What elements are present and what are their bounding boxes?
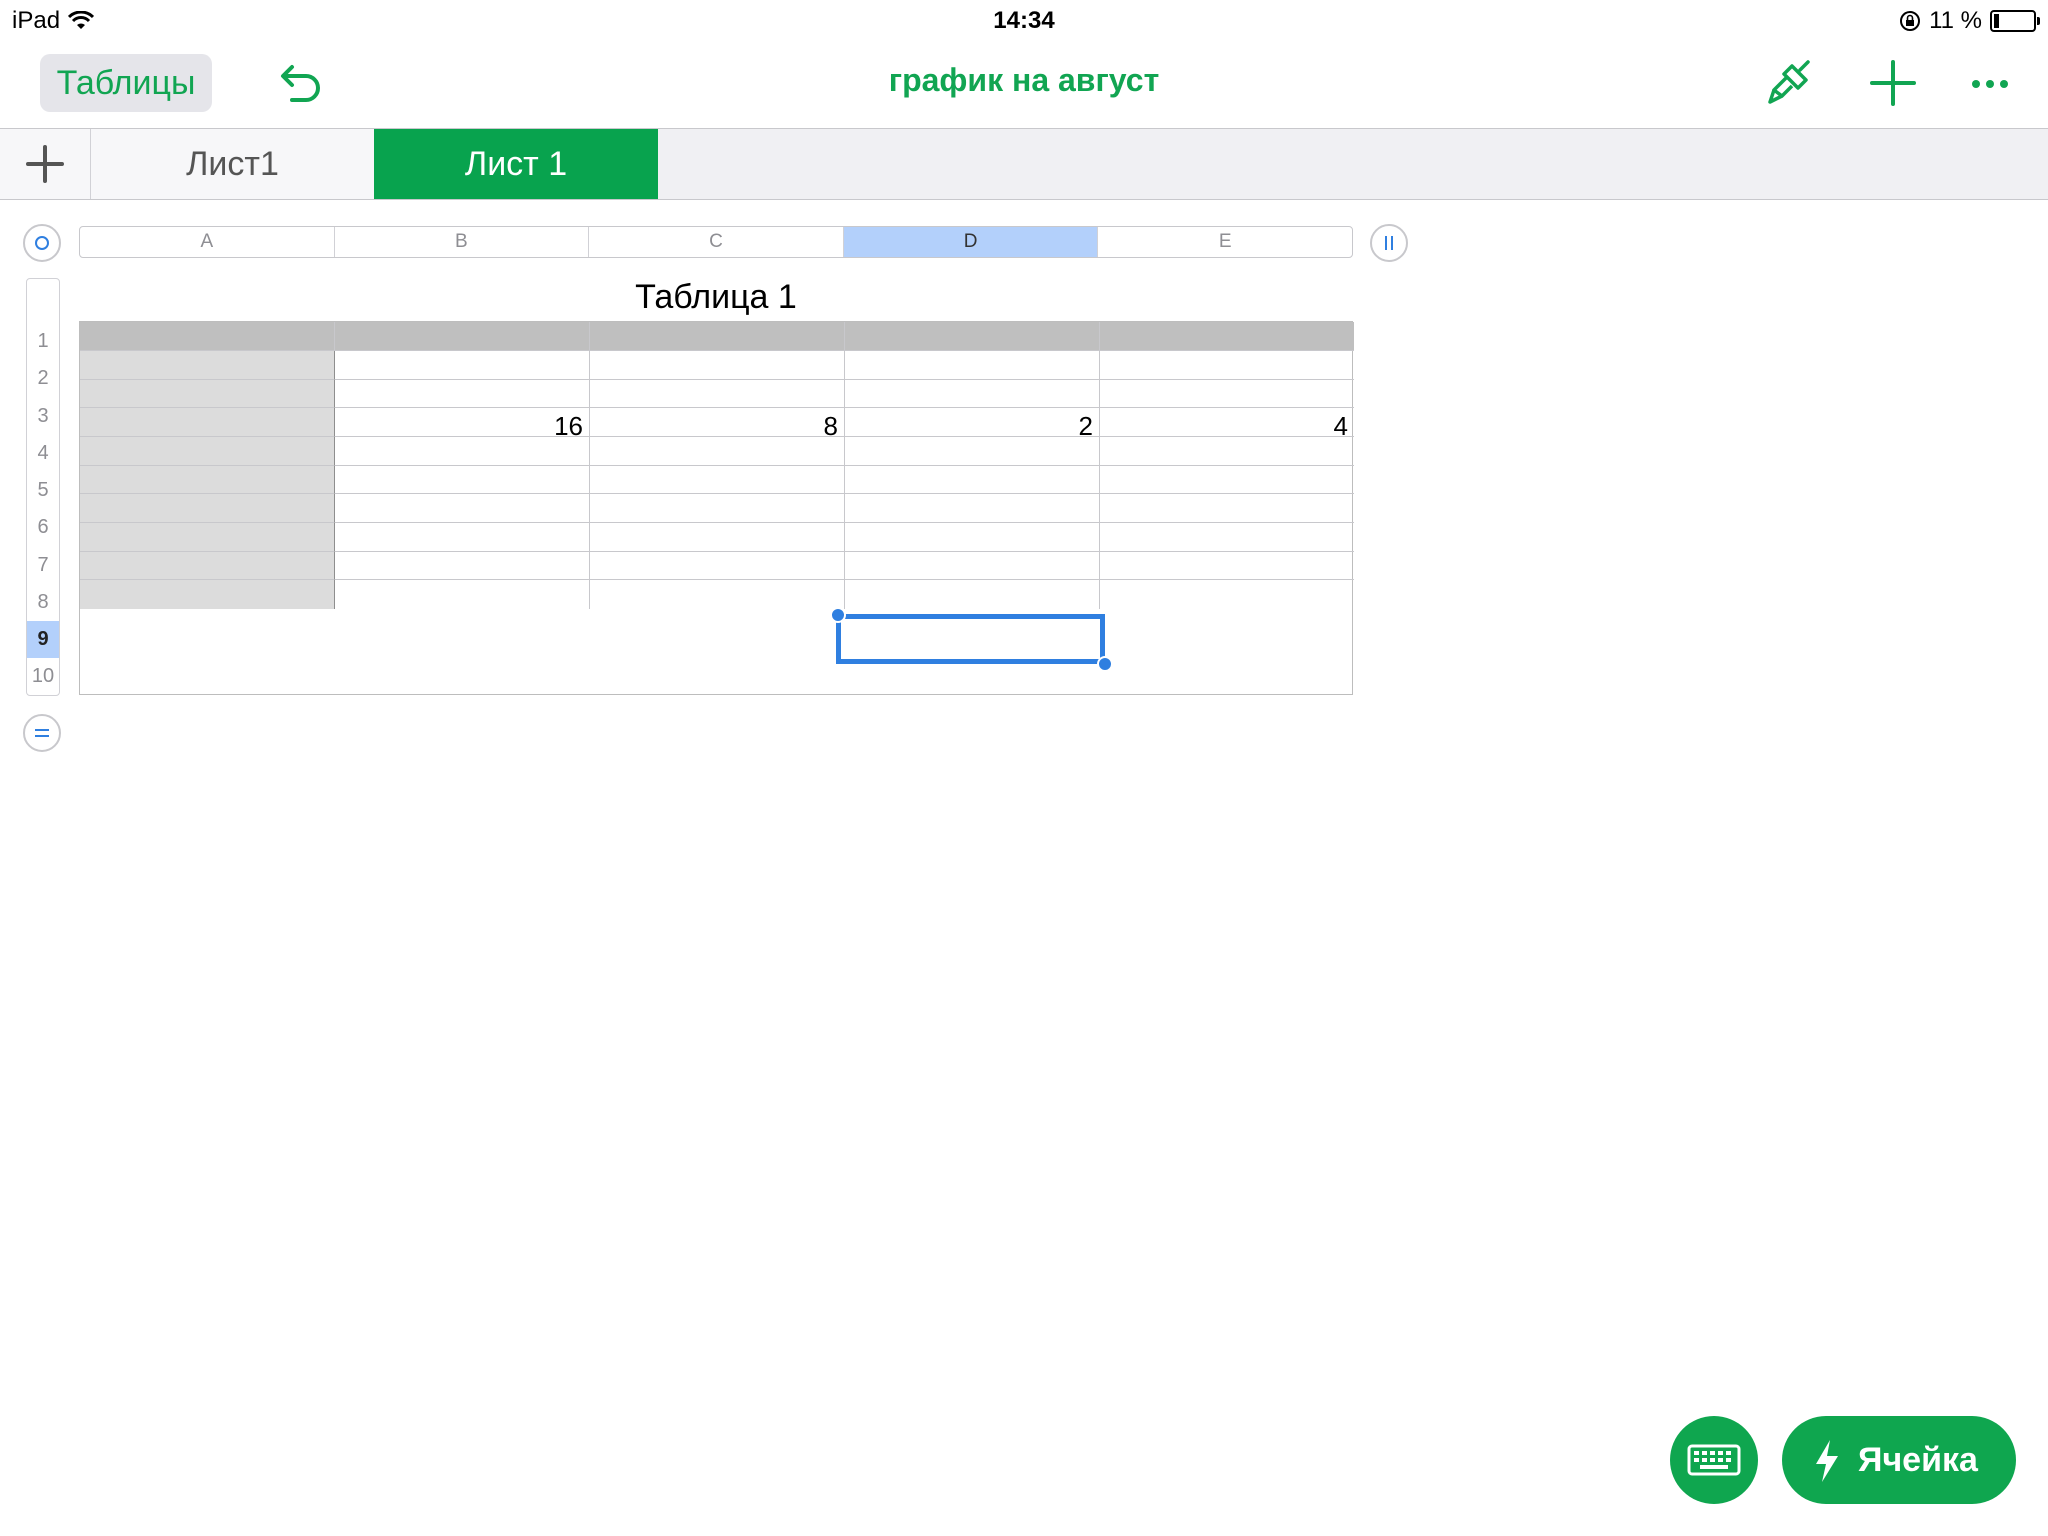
table-cell[interactable] bbox=[80, 466, 335, 494]
selection-handle-top[interactable] bbox=[830, 607, 846, 623]
column-header-b[interactable]: B bbox=[335, 227, 590, 257]
table-cell[interactable] bbox=[845, 466, 1100, 494]
table-cell[interactable] bbox=[590, 380, 845, 408]
table-cell[interactable] bbox=[590, 552, 845, 580]
lightning-icon bbox=[1816, 1440, 1838, 1482]
status-right: 11 % bbox=[1899, 7, 2040, 35]
table-cell[interactable] bbox=[1100, 494, 1354, 523]
table-cell[interactable] bbox=[335, 351, 590, 380]
column-header-e[interactable]: E bbox=[1098, 227, 1352, 257]
row-header-bar: 1 2 3 4 5 6 7 8 9 10 bbox=[26, 278, 60, 696]
cell-actions-button[interactable]: Ячейка bbox=[1782, 1416, 2016, 1504]
table-cell[interactable] bbox=[335, 322, 590, 351]
table-cell[interactable]: 4 bbox=[1100, 408, 1354, 441]
table-cell[interactable] bbox=[1100, 351, 1354, 380]
table-cell[interactable] bbox=[845, 351, 1100, 380]
table-cell[interactable] bbox=[845, 322, 1100, 351]
table-cell[interactable] bbox=[80, 552, 335, 580]
battery-icon bbox=[1990, 10, 2040, 32]
selection-handle-bottom[interactable] bbox=[1097, 656, 1113, 672]
table-cell[interactable] bbox=[590, 466, 845, 494]
table-cell[interactable] bbox=[590, 494, 845, 523]
more-icon[interactable] bbox=[1962, 56, 2018, 112]
table-cell[interactable] bbox=[335, 580, 590, 609]
table-cell[interactable]: 16 bbox=[335, 408, 590, 441]
table-cell[interactable] bbox=[590, 437, 845, 466]
table-cell[interactable] bbox=[1100, 322, 1354, 351]
table-cell[interactable] bbox=[1100, 380, 1354, 408]
status-bar: iPad 14:34 11 % bbox=[0, 0, 2048, 42]
table-cell[interactable] bbox=[335, 380, 590, 408]
row-header-3[interactable]: 3 bbox=[27, 397, 59, 435]
table-cell[interactable] bbox=[80, 437, 335, 466]
sheet-tabs: Лист1 Лист 1 bbox=[0, 129, 2048, 200]
row-header-6[interactable]: 6 bbox=[27, 509, 59, 546]
table-cell[interactable] bbox=[1100, 552, 1354, 580]
table-cell[interactable] bbox=[80, 322, 335, 351]
table-cell[interactable] bbox=[1100, 580, 1354, 609]
row-header-1[interactable]: 1 bbox=[27, 323, 59, 360]
table-cell[interactable] bbox=[335, 523, 590, 552]
table-cell[interactable]: 8 bbox=[590, 408, 845, 441]
table-cell[interactable] bbox=[80, 523, 335, 552]
table-cell[interactable] bbox=[845, 437, 1100, 466]
table-cell[interactable] bbox=[335, 494, 590, 523]
table-cell[interactable] bbox=[80, 380, 335, 408]
add-column-button[interactable] bbox=[1370, 224, 1408, 262]
table-cell[interactable] bbox=[590, 322, 845, 351]
row-header-8[interactable]: 8 bbox=[27, 584, 59, 621]
cell-button-label: Ячейка bbox=[1858, 1441, 1978, 1479]
tab-sheet-2[interactable]: Лист 1 bbox=[374, 129, 658, 199]
row-header-5[interactable]: 5 bbox=[27, 472, 59, 509]
table-cell[interactable] bbox=[335, 552, 590, 580]
table-cell[interactable] bbox=[80, 494, 335, 523]
battery-percent: 11 % bbox=[1929, 7, 1982, 34]
table-cell[interactable] bbox=[845, 380, 1100, 408]
tab-sheet-1[interactable]: Лист1 bbox=[91, 129, 375, 199]
cell-selection[interactable] bbox=[836, 614, 1105, 664]
column-header-c[interactable]: C bbox=[589, 227, 844, 257]
circle-icon bbox=[35, 236, 49, 250]
table-cell[interactable] bbox=[590, 351, 845, 380]
add-sheet-button[interactable] bbox=[0, 129, 91, 199]
table-cell[interactable] bbox=[335, 466, 590, 494]
row-header-4[interactable]: 4 bbox=[27, 435, 59, 472]
table-cell[interactable] bbox=[80, 351, 335, 380]
document-title[interactable]: график на август bbox=[0, 62, 2048, 99]
column-header-a[interactable]: A bbox=[80, 227, 335, 257]
status-time: 14:34 bbox=[993, 7, 1055, 34]
table-cell[interactable] bbox=[80, 580, 335, 609]
table-cell[interactable] bbox=[1100, 523, 1354, 552]
add-row-button[interactable] bbox=[23, 714, 61, 752]
table-cell[interactable] bbox=[335, 437, 590, 466]
row-header-7[interactable]: 7 bbox=[27, 546, 59, 584]
column-header-d[interactable]: D bbox=[843, 227, 1099, 257]
row-header-10[interactable]: 10 bbox=[27, 658, 59, 695]
orientation-lock-icon bbox=[1900, 11, 1921, 31]
row-header-9[interactable]: 9 bbox=[27, 621, 59, 658]
table-cell[interactable] bbox=[1100, 466, 1354, 494]
row-header-2[interactable]: 2 bbox=[27, 360, 59, 397]
add-icon[interactable] bbox=[1864, 54, 1922, 112]
toolbar: Таблицы график на август bbox=[0, 42, 2048, 129]
table-cell[interactable] bbox=[845, 580, 1100, 609]
table-cell[interactable] bbox=[845, 552, 1100, 580]
row-handle-icon bbox=[35, 729, 49, 737]
table-cell[interactable] bbox=[845, 523, 1100, 552]
plus-icon bbox=[26, 145, 64, 183]
table-grid[interactable]: 16 8 2 4 bbox=[79, 321, 1354, 695]
table-cell[interactable] bbox=[845, 494, 1100, 523]
table-cell[interactable] bbox=[590, 523, 845, 552]
table-title[interactable]: Таблица 1 bbox=[79, 278, 1353, 317]
table-cell[interactable] bbox=[80, 408, 335, 437]
column-handle-icon bbox=[1385, 236, 1393, 250]
table-cell[interactable] bbox=[590, 580, 845, 609]
format-brush-icon[interactable] bbox=[1762, 56, 1818, 112]
column-header-bar: A B C D E bbox=[79, 226, 1353, 258]
table-cell[interactable] bbox=[1100, 437, 1354, 466]
select-table-button[interactable] bbox=[23, 224, 61, 262]
table-cell[interactable]: 2 bbox=[845, 408, 1100, 441]
keyboard-button[interactable] bbox=[1670, 1416, 1758, 1504]
keyboard-icon bbox=[1687, 1444, 1741, 1476]
